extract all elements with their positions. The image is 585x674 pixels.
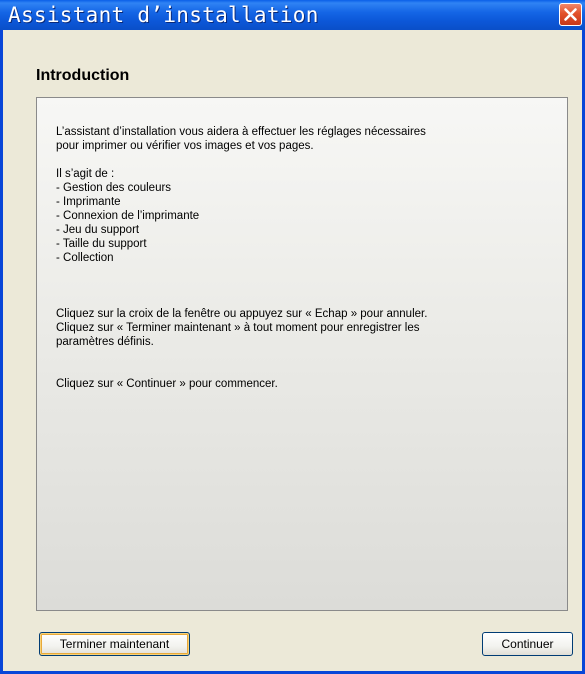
- intro-text-line-2: pour imprimer ou vérifier vos images et …: [56, 140, 314, 152]
- cancel-instructions-line-3: paramètres définis.: [56, 336, 154, 348]
- window-title: Assistant d’installation: [8, 3, 319, 27]
- finish-now-button[interactable]: Terminer maintenant: [39, 632, 190, 656]
- list-item: - Connexion de l’imprimante: [56, 210, 200, 222]
- title-bar[interactable]: Assistant d’installation: [0, 0, 585, 30]
- content-text: L’assistant d’installation vous aidera à…: [56, 125, 427, 391]
- close-button[interactable]: [559, 3, 582, 26]
- continue-button[interactable]: Continuer: [482, 632, 573, 656]
- intro-text-line-1: L’assistant d’installation vous aidera à…: [56, 126, 426, 138]
- cancel-instructions-line-2: Cliquez sur « Terminer maintenant » à to…: [56, 322, 420, 334]
- content-panel: L’assistant d’installation vous aidera à…: [36, 97, 568, 611]
- page-heading: Introduction: [36, 67, 130, 84]
- installation-wizard-window: Assistant d’installation Introduction L’…: [0, 0, 585, 674]
- cancel-instructions-line-1: Cliquez sur la croix de la fenêtre ou ap…: [56, 308, 428, 320]
- list-item: - Imprimante: [56, 196, 121, 208]
- close-icon: [564, 8, 577, 21]
- list-title: Il s’agit de :: [56, 168, 115, 180]
- start-instructions: Cliquez sur « Continuer » pour commencer…: [56, 378, 278, 390]
- list-item: - Jeu du support: [56, 224, 140, 236]
- list-item: - Collection: [56, 252, 114, 264]
- list-item: - Gestion des couleurs: [56, 182, 172, 194]
- list-item: - Taille du support: [56, 238, 147, 250]
